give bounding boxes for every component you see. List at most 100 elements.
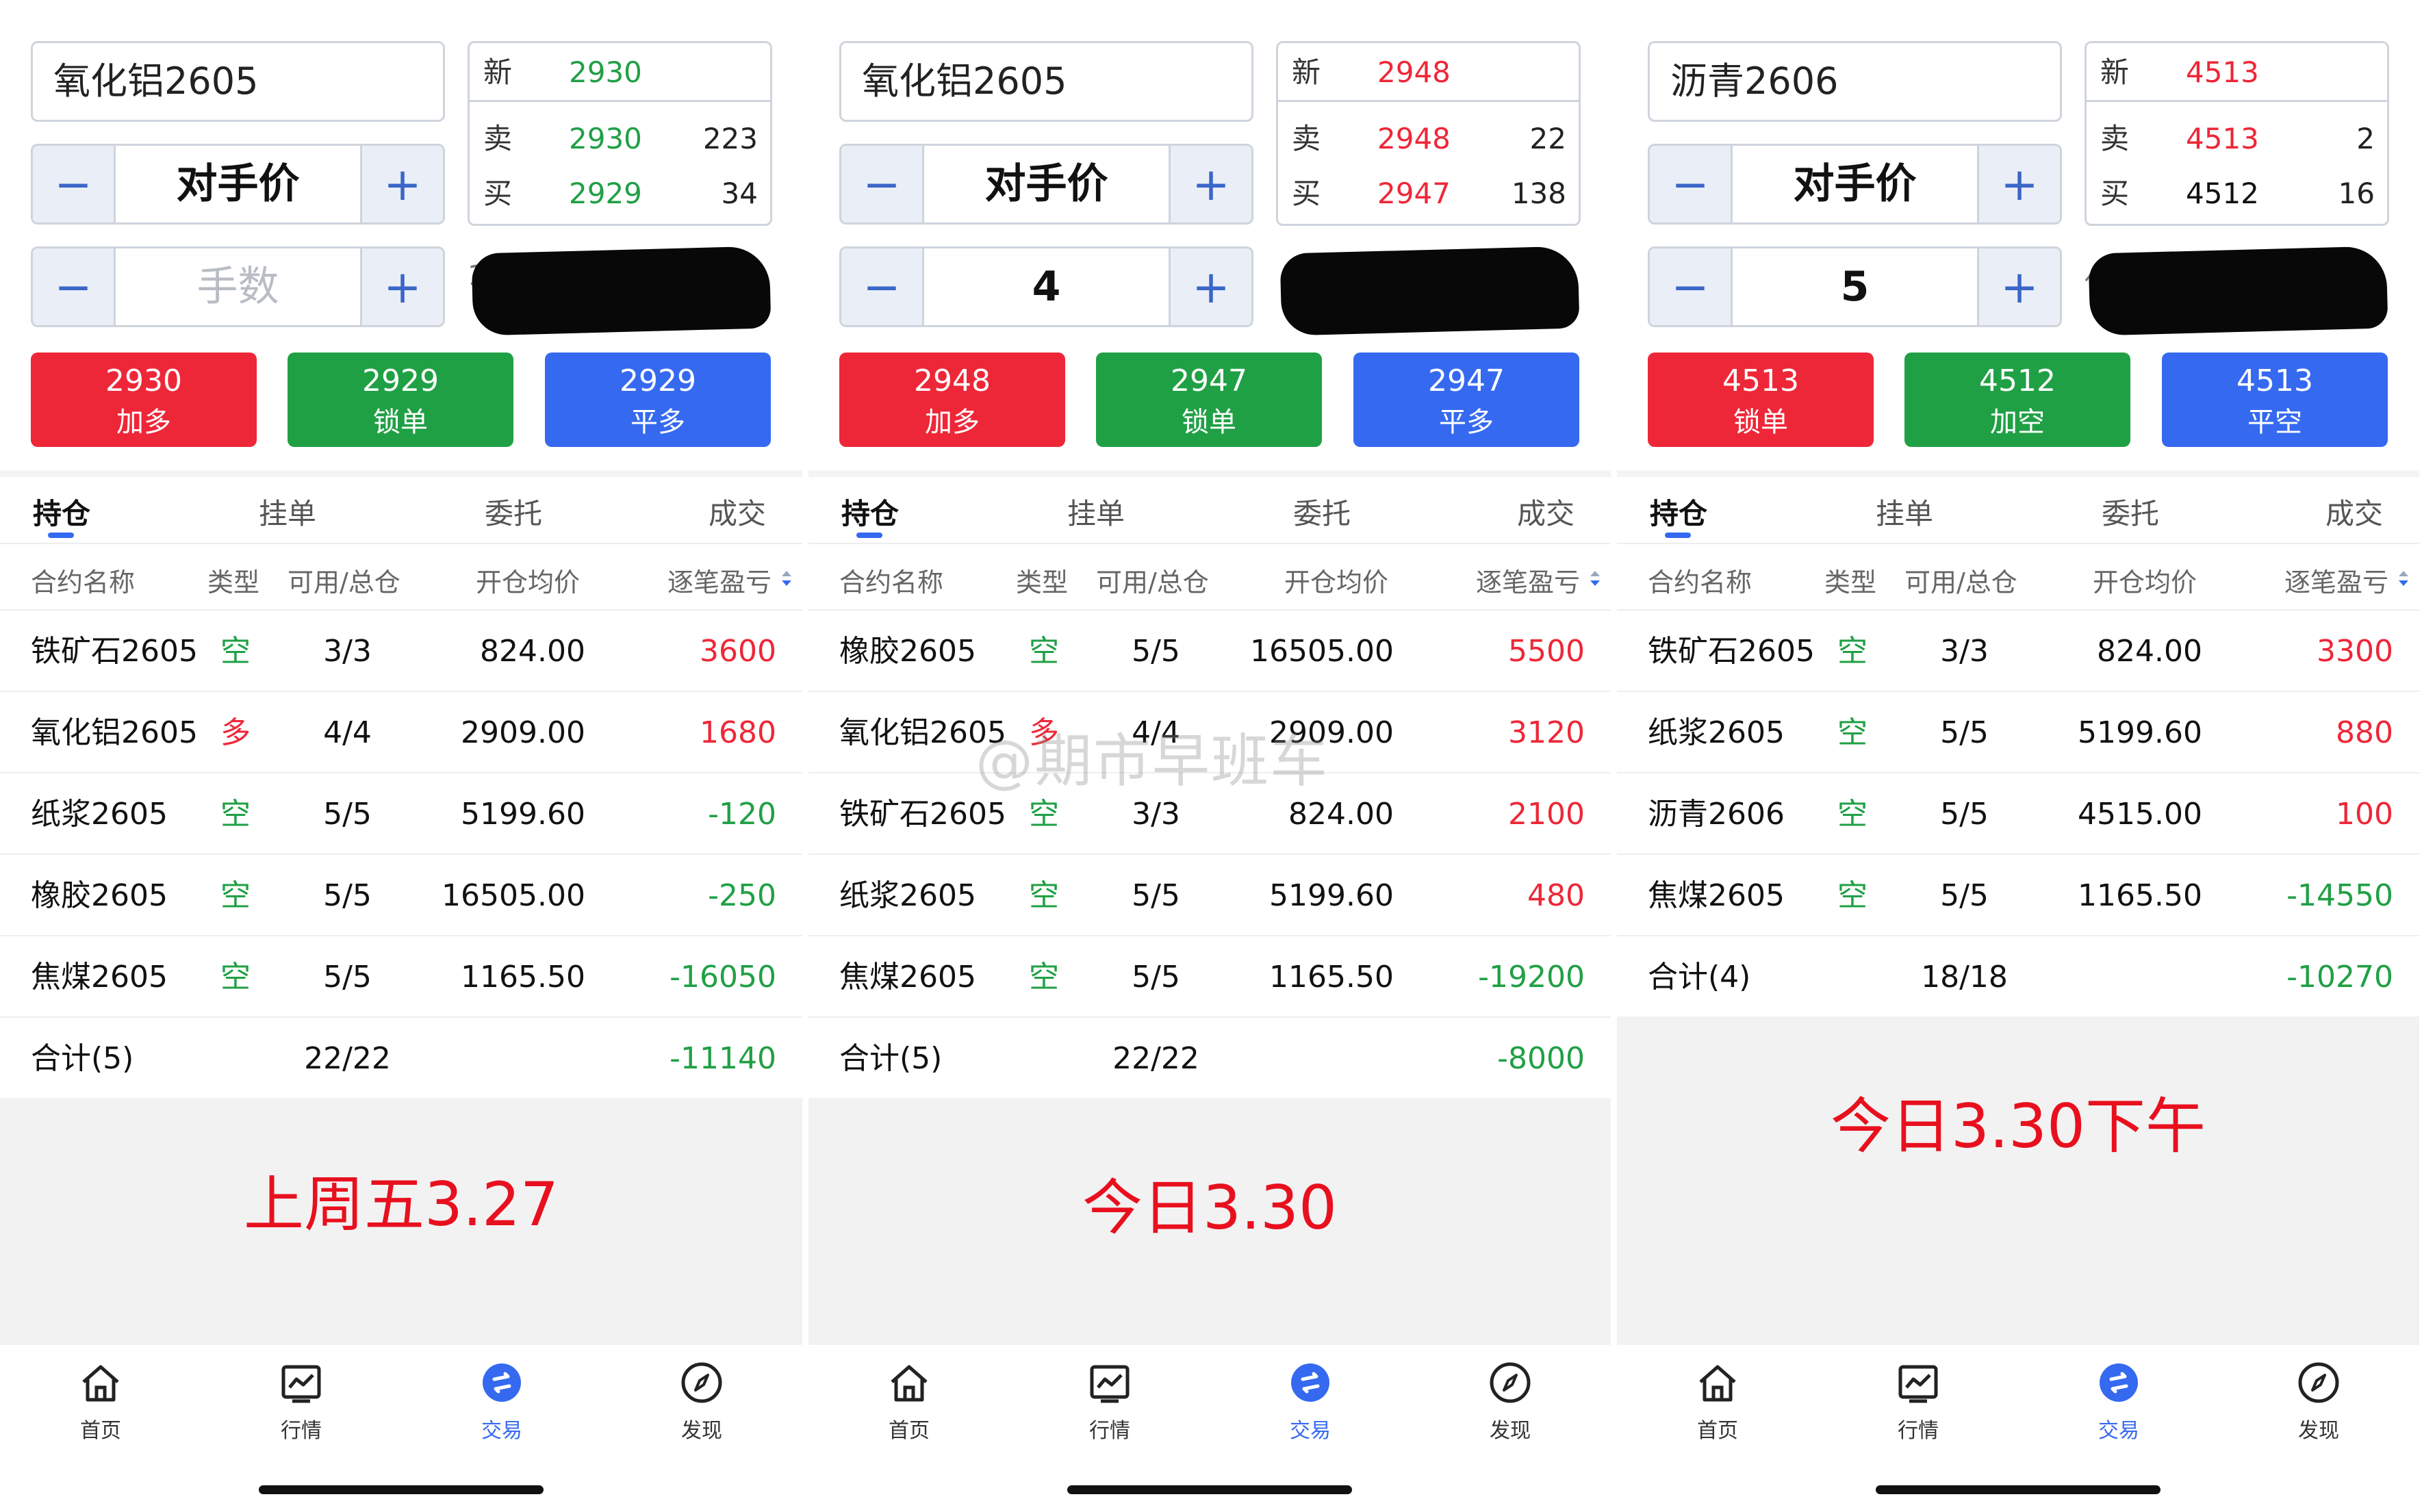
price-mode-value[interactable]: 对手价 <box>116 146 360 222</box>
action-button-2[interactable]: 4512 加空 <box>1904 353 2130 447</box>
minus-icon[interactable]: − <box>1650 248 1733 325</box>
nav-label: 首页 <box>1697 1419 1738 1443</box>
bottom-nav: 首页 行情 交易 发现 <box>808 1345 1611 1455</box>
compass-icon <box>681 1362 722 1403</box>
tab-fills[interactable]: 成交 <box>2325 491 2383 533</box>
tab-bar: 持仓 挂单 委托 成交 <box>1617 483 2419 544</box>
minus-icon[interactable]: − <box>33 248 116 325</box>
contract-symbol-input[interactable]: 氧化铝2605 <box>839 41 1253 122</box>
sort-icon[interactable] <box>2396 568 2411 589</box>
action-button-1[interactable]: 4513 锁单 <box>1648 353 1874 447</box>
price-mode-value[interactable]: 对手价 <box>1733 146 1977 222</box>
quantity-stepper[interactable]: − 5 + <box>1648 246 2062 327</box>
bid-price: 2947 <box>1377 177 1451 210</box>
action-button-1[interactable]: 2948 加多 <box>839 353 1065 447</box>
tab-positions[interactable]: 持仓 <box>841 491 899 533</box>
quantity-stepper[interactable]: − 手数 + <box>31 246 445 327</box>
nav-trade[interactable]: 交易 <box>450 1359 553 1444</box>
price-mode-stepper[interactable]: − 对手价 + <box>31 144 445 225</box>
action-label: 锁单 <box>373 407 428 438</box>
position-row[interactable]: 纸浆2605 空 5/5 5199.60 -120 <box>0 772 802 855</box>
available-total: 5/5 <box>1940 715 1989 750</box>
chart-icon <box>1898 1365 1938 1403</box>
tab-pending[interactable]: 挂单 <box>1067 491 1125 533</box>
tab-pending[interactable]: 挂单 <box>1876 491 1933 533</box>
action-button-3[interactable]: 2929 平多 <box>545 353 771 447</box>
contract-name: 氧化铝2605 <box>31 715 198 750</box>
action-button-3[interactable]: 2947 平多 <box>1353 353 1579 447</box>
per-trade-pnl: 480 <box>1527 878 1585 913</box>
quantity-input[interactable]: 4 <box>924 248 1169 325</box>
quantity-stepper[interactable]: − 4 + <box>839 246 1253 327</box>
action-price: 2930 <box>105 363 182 398</box>
plus-icon[interactable]: + <box>360 248 443 325</box>
nav-market[interactable]: 行情 <box>1058 1359 1161 1444</box>
price-mode-value[interactable]: 对手价 <box>924 146 1169 222</box>
action-button-2[interactable]: 2929 锁单 <box>288 353 513 447</box>
nav-discover[interactable]: 发现 <box>2267 1359 2370 1444</box>
action-button-3[interactable]: 4513 平空 <box>2162 353 2388 447</box>
contract-symbol-input[interactable]: 氧化铝2605 <box>31 41 445 122</box>
minus-icon[interactable]: − <box>841 248 924 325</box>
position-type: 空 <box>1029 878 1059 913</box>
column-header-pnl[interactable]: 逐笔盈亏 <box>2284 561 2388 599</box>
nav-home[interactable]: 首页 <box>1666 1359 1769 1444</box>
position-row[interactable]: 铁矿石2605 空 3/3 824.00 3600 <box>0 609 802 692</box>
position-row[interactable]: 焦煤2605 空 5/5 1165.50 -19200 <box>808 935 1611 1018</box>
bid-volume: 34 <box>721 177 758 210</box>
open-avg-price: 824.00 <box>480 634 585 669</box>
nav-discover[interactable]: 发现 <box>1459 1359 1561 1444</box>
sort-icon[interactable] <box>779 568 794 589</box>
contract-symbol-input[interactable]: 沥青2606 <box>1648 41 2062 122</box>
tab-fills[interactable]: 成交 <box>1517 491 1575 533</box>
position-row[interactable]: 氧化铝2605 多 4/4 2909.00 1680 <box>0 691 802 773</box>
last-price-row: 新 2948 <box>1278 45 1579 102</box>
home-indicator <box>1067 1485 1352 1494</box>
nav-market[interactable]: 行情 <box>250 1359 353 1444</box>
column-header-pnl[interactable]: 逐笔盈亏 <box>667 561 772 599</box>
tab-orders[interactable]: 委托 <box>485 491 542 533</box>
position-row[interactable]: 纸浆2605 空 5/5 5199.60 880 <box>1617 691 2419 773</box>
tab-fills[interactable]: 成交 <box>709 491 766 533</box>
nav-market[interactable]: 行情 <box>1867 1359 1970 1444</box>
nav-trade[interactable]: 交易 <box>2067 1359 2170 1444</box>
tab-orders[interactable]: 委托 <box>2102 491 2159 533</box>
nav-home[interactable]: 首页 <box>858 1359 960 1444</box>
nav-home[interactable]: 首页 <box>49 1359 152 1444</box>
column-header-pnl[interactable]: 逐笔盈亏 <box>1476 561 1580 599</box>
plus-icon[interactable]: + <box>360 146 443 222</box>
price-mode-stepper[interactable]: − 对手价 + <box>1648 144 2062 225</box>
minus-icon[interactable]: − <box>33 146 116 222</box>
position-row[interactable]: 焦煤2605 空 5/5 1165.50 -16050 <box>0 935 802 1018</box>
tab-positions[interactable]: 持仓 <box>1650 491 1707 533</box>
action-price: 2929 <box>362 363 439 398</box>
action-price: 2947 <box>1171 363 1247 398</box>
minus-icon[interactable]: − <box>841 146 924 222</box>
position-row[interactable]: 铁矿石2605 空 3/3 824.00 3300 <box>1617 609 2419 692</box>
open-avg-price: 2909.00 <box>461 715 585 750</box>
minus-icon[interactable]: − <box>1650 146 1733 222</box>
tab-positions[interactable]: 持仓 <box>33 491 90 533</box>
tab-orders[interactable]: 委托 <box>1293 491 1351 533</box>
plus-icon[interactable]: + <box>1977 146 2060 222</box>
nav-trade[interactable]: 交易 <box>1259 1359 1362 1444</box>
position-row[interactable]: 沥青2606 空 5/5 4515.00 100 <box>1617 772 2419 855</box>
action-button-2[interactable]: 2947 锁单 <box>1096 353 1322 447</box>
tab-pending[interactable]: 挂单 <box>259 491 316 533</box>
sort-icon[interactable] <box>1588 568 1603 589</box>
position-row[interactable]: 纸浆2605 空 5/5 5199.60 480 <box>808 854 1611 936</box>
position-row[interactable]: 橡胶2605 空 5/5 16505.00 -250 <box>0 854 802 936</box>
per-trade-pnl: -16050 <box>670 960 776 995</box>
summary-label: 合计(5) <box>839 1041 943 1076</box>
price-mode-stepper[interactable]: − 对手价 + <box>839 144 1253 225</box>
quantity-input[interactable]: 5 <box>1733 248 1977 325</box>
per-trade-pnl: -19200 <box>1478 960 1585 995</box>
nav-discover[interactable]: 发现 <box>650 1359 753 1444</box>
plus-icon[interactable]: + <box>1977 248 2060 325</box>
plus-icon[interactable]: + <box>1169 146 1251 222</box>
plus-icon[interactable]: + <box>1169 248 1251 325</box>
position-row[interactable]: 橡胶2605 空 5/5 16505.00 5500 <box>808 609 1611 692</box>
position-row[interactable]: 焦煤2605 空 5/5 1165.50 -14550 <box>1617 854 2419 936</box>
action-button-1[interactable]: 2930 加多 <box>31 353 257 447</box>
quantity-input[interactable]: 手数 <box>116 248 360 325</box>
